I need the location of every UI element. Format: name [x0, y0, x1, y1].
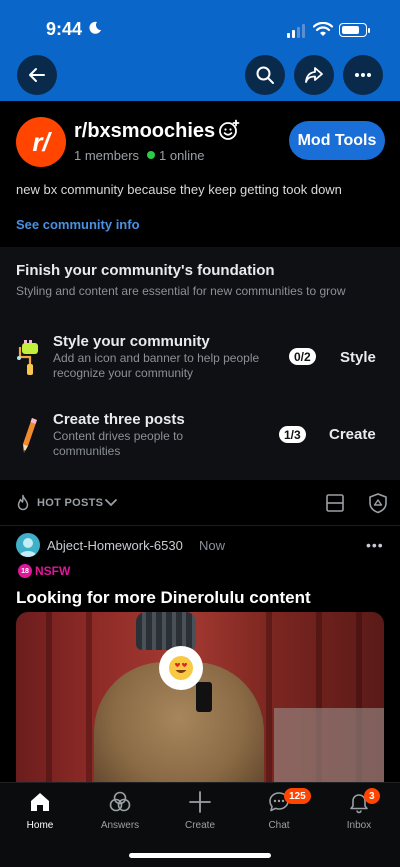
post-more-icon[interactable]: •••: [366, 537, 384, 553]
task-posts-title: Create three posts: [53, 411, 185, 428]
mod-shield-icon[interactable]: [367, 492, 389, 514]
home-icon: [31, 793, 49, 811]
nav-create-label: Create: [184, 820, 215, 831]
online-count: 1 online: [159, 148, 205, 163]
back-button[interactable]: [17, 55, 57, 95]
online-indicator: [147, 151, 155, 159]
foundation-title: Finish your community's foundation: [16, 262, 275, 279]
community-description: new bx community because they keep getti…: [16, 182, 342, 197]
post-author-avatar[interactable]: [16, 533, 40, 557]
share-button[interactable]: [294, 55, 334, 95]
flame-icon[interactable]: [14, 494, 32, 512]
more-horizontal-icon: [355, 73, 371, 77]
member-count: 1 members: [74, 148, 140, 163]
community-info-link[interactable]: See community info: [16, 217, 140, 232]
chevron-down-icon[interactable]: [104, 497, 118, 509]
mod-tools-button[interactable]: Mod Tools: [289, 121, 385, 160]
nav-inbox-label: Inbox: [346, 820, 372, 831]
task-style-progress: 0/2: [289, 348, 316, 365]
task-posts-subtitle: Content drives people to communities: [53, 429, 184, 458]
nsfw-icon: 18: [18, 564, 32, 578]
battery-icon: [339, 23, 370, 37]
nav-home[interactable]: Home: [5, 788, 75, 831]
sort-dropdown[interactable]: HOT POSTS: [37, 497, 103, 509]
share-arrow-icon: [305, 67, 323, 83]
post-title[interactable]: Looking for more Dinerolulu content: [16, 588, 311, 608]
community-avatar: r/: [16, 117, 66, 167]
search-button[interactable]: [245, 55, 285, 95]
search-icon: [256, 66, 274, 84]
arrow-left-icon: [29, 68, 45, 82]
task-style-subtitle: Add an icon and banner to help people re…: [53, 351, 260, 380]
nav-chat-label: Chat: [268, 820, 290, 831]
task-style-title: Style your community: [53, 333, 210, 350]
post-timestamp: Now: [199, 538, 226, 553]
more-options-button[interactable]: [343, 55, 383, 95]
chat-badge: 125: [284, 788, 311, 804]
answers-icon: [109, 791, 131, 812]
top-bar: [0, 0, 400, 101]
task-posts-progress: 1/3: [279, 426, 306, 443]
nsfw-blur-badge[interactable]: [159, 646, 203, 690]
card-view-icon[interactable]: [325, 493, 345, 513]
post-author[interactable]: Abject-Homework-6530: [47, 538, 183, 553]
signal-icon: [287, 24, 305, 38]
pencil-icon: [23, 418, 37, 453]
nav-create[interactable]: Create: [165, 788, 235, 831]
community-name: r/bxsmoochies: [74, 120, 216, 142]
nav-answers[interactable]: Answers: [85, 788, 155, 831]
heart-eyes-emoji-icon: [169, 656, 193, 680]
foundation-subtitle: Styling and content are essential for ne…: [16, 284, 346, 298]
nav-inbox[interactable]: Inbox: [324, 788, 394, 831]
nav-home-label: Home: [26, 820, 54, 831]
moon-icon: [89, 21, 101, 34]
inbox-badge: 3: [364, 788, 380, 804]
home-indicator: [129, 853, 271, 858]
create-post-button[interactable]: Create: [329, 426, 376, 443]
style-button[interactable]: Style: [340, 349, 376, 366]
smile-plus-icon[interactable]: [218, 119, 240, 141]
wifi-icon: [313, 22, 333, 36]
nsfw-tag: NSFW: [35, 564, 71, 578]
post-image[interactable]: [16, 612, 384, 784]
status-time: 9:44: [46, 19, 83, 39]
plus-icon: [189, 791, 211, 813]
nav-answers-label: Answers: [100, 820, 140, 831]
paint-roller-icon: [17, 340, 38, 375]
